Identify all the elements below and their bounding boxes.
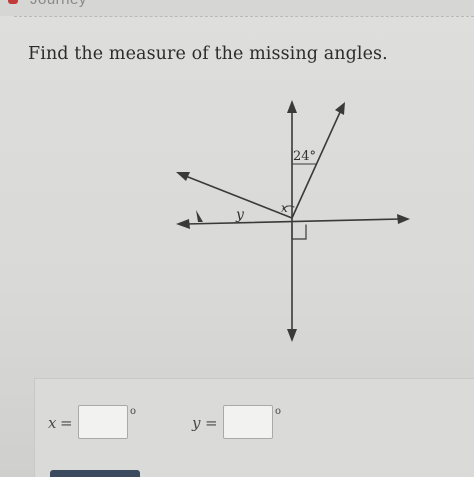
x-answer-label: x [48,414,57,432]
x-degree-symbol: o [130,406,137,417]
arrow-down-icon [287,329,297,342]
y-degree-symbol: o [275,406,282,417]
page: Journey Find the measure of the missing … [0,0,474,477]
x-equals-sign: = [60,414,73,432]
y-equals-sign: = [205,414,218,432]
arrow-small-marker-icon [196,210,203,222]
y-answer-input[interactable] [223,405,273,439]
angle-x-label: x [281,201,288,215]
arrow-up-icon [287,100,297,113]
horizontal-line [185,218,403,225]
right-angle-marker-icon [291,224,307,240]
angle-figure: 24° x y [176,100,410,342]
y-answer-label: y [192,414,201,432]
arrow-upper-left-icon [176,172,190,181]
arrow-left-icon [176,219,190,229]
submit-button[interactable] [50,470,140,477]
angle-24-label: 24° [293,149,316,164]
angle-y-label: y [235,207,245,223]
x-answer-input[interactable] [78,405,128,439]
arrow-right-icon [397,214,410,224]
